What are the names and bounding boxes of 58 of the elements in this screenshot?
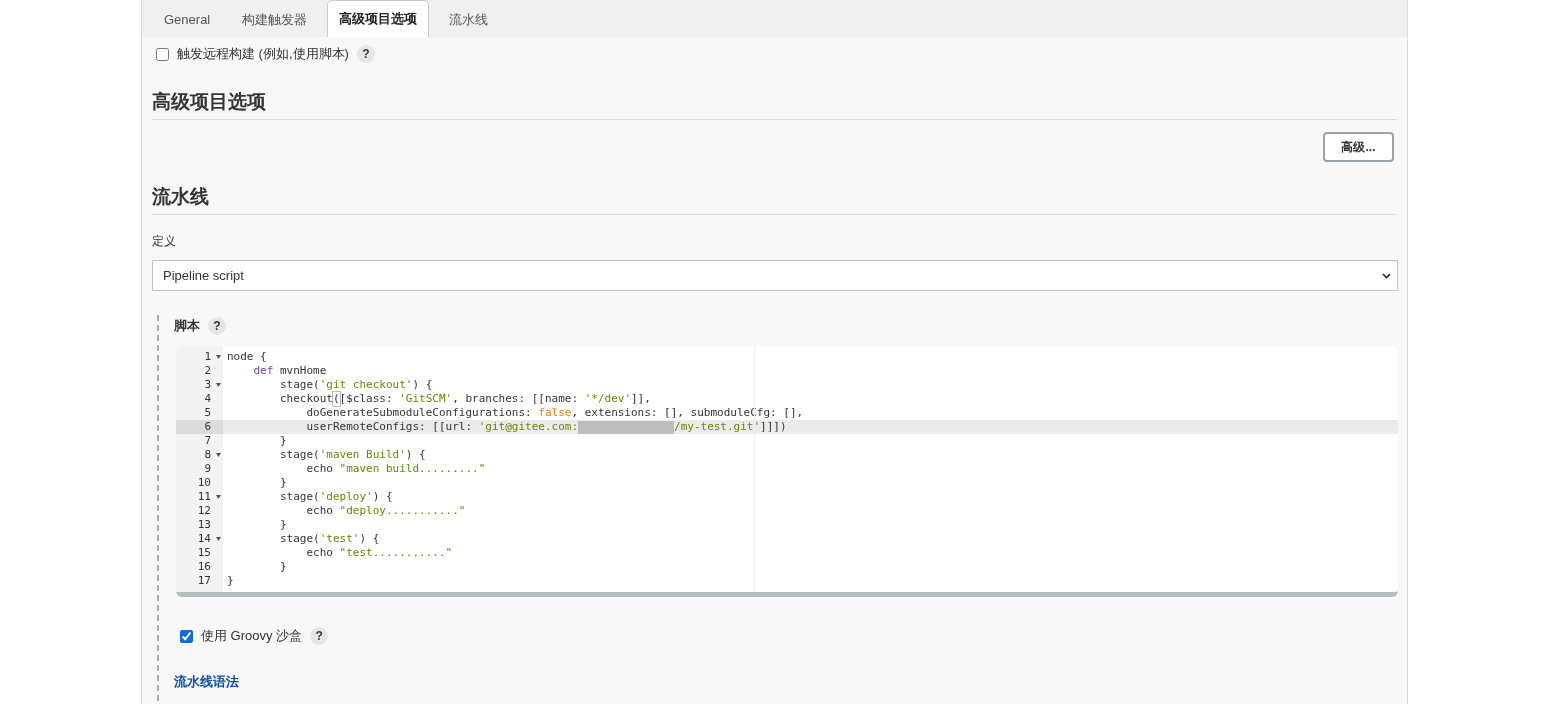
help-icon[interactable]: ? [310, 627, 329, 645]
line-number: 9 [204, 462, 212, 476]
code-line: stage('test') { [278, 532, 381, 546]
tab[interactable]: General [152, 1, 223, 37]
code-line: } [278, 434, 288, 448]
line-number: 11 [197, 490, 212, 504]
code-line: echo "maven build........." [305, 462, 487, 476]
line-number: 15 [197, 546, 212, 560]
line-number: 13 [197, 518, 212, 532]
code-line: } [278, 560, 288, 574]
checkbox[interactable] [156, 47, 169, 61]
checkbox-label: 触发远程构建 (例如,使用脚本) [177, 45, 349, 63]
code-line: stage('maven Build') { [278, 448, 427, 462]
code-line: userRemoteConfigs: [[url: 'git@gitee.com: /my-test.git']]]) [305, 420, 788, 434]
caret-icon [1382, 272, 1391, 279]
definition-select[interactable]: Pipeline script [152, 260, 1398, 291]
section-heading: 高级项目选项 [152, 63, 1397, 120]
code-line: } [278, 476, 288, 490]
line-number: 12 [197, 504, 212, 518]
line-number: 7 [204, 434, 212, 448]
code-line: } [226, 574, 235, 588]
line-number: 14 [197, 532, 212, 546]
line-number: 4 [204, 392, 212, 406]
fold-arrow-icon[interactable] [215, 355, 221, 359]
line-number: 17 [197, 574, 212, 588]
line-number: 3 [204, 378, 212, 392]
section-heading: 流水线 [152, 162, 1397, 215]
checkbox[interactable] [180, 629, 193, 643]
code-line: checkout([$class: 'GitSCM', branches: [[name: '*/dev']], [278, 392, 652, 406]
code-line: stage('deploy') { [278, 490, 394, 504]
line-number: 1 [204, 350, 212, 364]
line-number: 5 [204, 406, 212, 420]
field-label: 定义 [152, 233, 177, 250]
code-line: } [278, 518, 288, 532]
syntax-link[interactable]: 流水线语法 [174, 673, 239, 691]
code-line: node { [226, 350, 268, 364]
tab[interactable]: 流水线 [437, 1, 501, 37]
advanced-button[interactable]: 高级... [1323, 132, 1394, 162]
line-number: 2 [204, 364, 212, 378]
fold-arrow-icon[interactable] [215, 383, 221, 387]
line-number: 16 [197, 560, 212, 574]
tab[interactable]: 高级项目选项 [327, 0, 430, 37]
fold-arrow-icon[interactable] [215, 495, 221, 499]
tab[interactable]: 构建触发器 [230, 1, 320, 37]
checkbox-label: 使用 Groovy 沙盒 [201, 627, 303, 645]
code-line: echo "deploy..........." [305, 504, 467, 518]
line-number: 10 [197, 476, 212, 490]
fold-arrow-icon[interactable] [215, 537, 221, 541]
field-label: 脚本 [174, 317, 200, 335]
help-icon[interactable]: ? [356, 45, 375, 63]
fold-arrow-icon[interactable] [215, 453, 221, 457]
code-line: stage('git checkout') { [278, 378, 434, 392]
code-line: def mvnHome [252, 364, 328, 378]
help-icon[interactable]: ? [208, 317, 226, 335]
code-line: echo "test..........." [305, 546, 454, 560]
line-number: 8 [204, 448, 212, 462]
line-number: 6 [204, 420, 212, 434]
code-line: doGenerateSubmoduleConfigurations: false, extensions: [], submoduleCfg: [], [305, 406, 805, 420]
